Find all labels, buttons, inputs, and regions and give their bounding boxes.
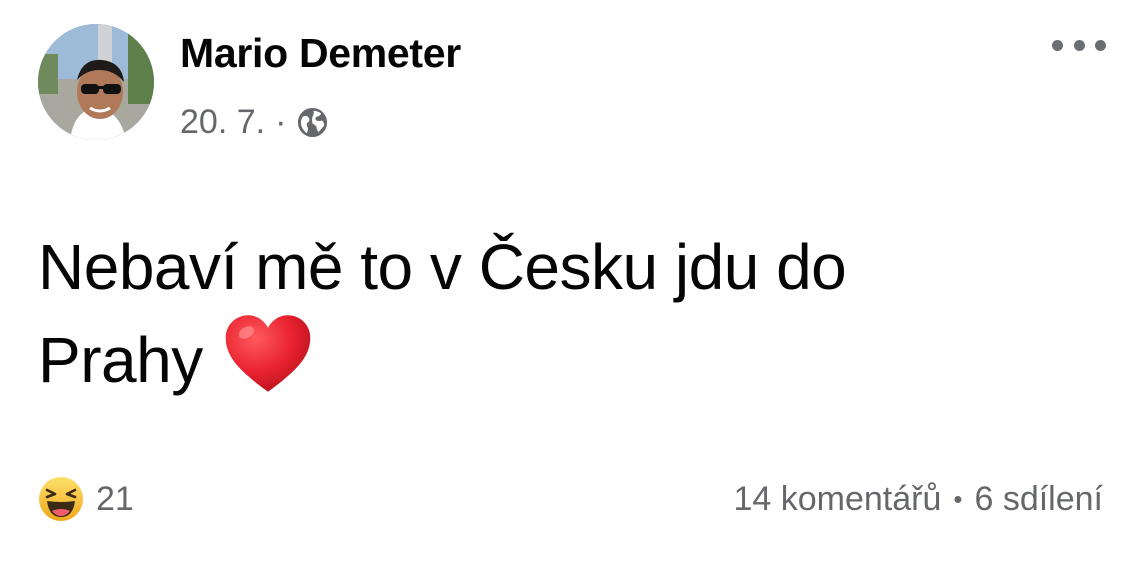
more-options-icon[interactable] (1052, 30, 1106, 60)
post-date[interactable]: 20. 7. (180, 103, 265, 142)
post-message-line: Nebaví mě to v Česku jdu do (38, 231, 847, 303)
profile-photo (38, 24, 154, 140)
post-message: Nebaví mě to v Česku jdu do Prahy (38, 222, 1078, 402)
haha-reaction-icon (39, 477, 83, 521)
red-heart-emoji (225, 315, 310, 392)
avatar[interactable] (38, 24, 154, 140)
meta-separator: · (275, 102, 287, 141)
facebook-post: Mario Demeter 20. 7. · Nebaví mě to v Če… (0, 0, 1125, 562)
comments-count-link[interactable]: 14 komentářů (733, 480, 941, 519)
shares-count-link[interactable]: 6 sdílení (974, 480, 1103, 519)
post-message-text: Prahy (38, 324, 203, 396)
post-meta: 20. 7. · (180, 102, 329, 142)
more-dot (1073, 39, 1085, 51)
more-dot (1052, 39, 1063, 51)
more-dot (1095, 39, 1106, 51)
post-message-line-2: Prahy (38, 312, 1078, 402)
stats-separator: • (953, 483, 963, 514)
reactions-summary[interactable]: 21 (38, 474, 134, 524)
engagement-stats: 14 komentářů • 6 sdílení (733, 474, 1103, 524)
author-name[interactable]: Mario Demeter (180, 30, 461, 77)
globe-icon[interactable] (296, 106, 329, 139)
reaction-count: 21 (96, 479, 134, 518)
